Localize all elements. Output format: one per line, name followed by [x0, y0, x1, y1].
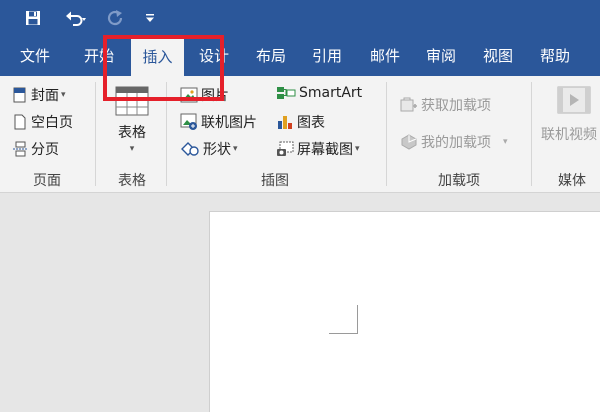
customize-icon[interactable] — [142, 6, 158, 30]
undo-icon[interactable] — [58, 6, 94, 30]
screenshot-icon — [276, 141, 294, 157]
redo-icon[interactable] — [104, 6, 128, 30]
shapes-label: 形状 — [203, 142, 231, 158]
chart-button[interactable]: 图表 — [276, 112, 325, 132]
group-label-addins: 加载项 — [438, 173, 480, 189]
shapes-button[interactable]: 形状 ▾ — [180, 139, 238, 159]
margin-corner-mark — [357, 305, 358, 334]
get-addins-button[interactable]: 获取加载项 — [400, 95, 491, 115]
smartart-label: SmartArt — [299, 85, 363, 101]
online-video-label: 联机视频 — [541, 127, 597, 143]
ribbon-insert: 封面 ▾ 空白页 分页 页面 表格 ▾ 表格 图片 联机图片 形状 ▾ Smar… — [0, 76, 600, 193]
highlight-box — [103, 35, 224, 101]
cover-page-label: 封面 — [31, 88, 59, 104]
document-page[interactable] — [209, 211, 600, 412]
tab-mailings[interactable]: 邮件 — [362, 36, 408, 76]
blank-page-button[interactable]: 空白页 — [12, 112, 73, 132]
my-addins-button[interactable]: 我的加载项 ▾ — [400, 132, 508, 152]
page-break-button[interactable]: 分页 — [12, 139, 59, 159]
chart-icon — [276, 114, 294, 130]
smartart-icon — [276, 85, 296, 101]
store-icon — [400, 97, 418, 113]
ribbon-tabs: 文件 开始 插入 设计 布局 引用 邮件 审阅 视图 帮助 — [0, 36, 600, 76]
chevron-down-icon: ▾ — [129, 144, 135, 154]
online-picture-button[interactable]: 联机图片 — [180, 112, 257, 132]
video-icon — [557, 86, 591, 114]
group-separator — [95, 82, 96, 186]
screenshot-button[interactable]: 屏幕截图 ▾ — [276, 139, 360, 159]
group-label-illustrations: 插图 — [261, 173, 289, 189]
tab-references[interactable]: 引用 — [304, 36, 350, 76]
tab-help[interactable]: 帮助 — [532, 36, 578, 76]
tab-layout[interactable]: 布局 — [248, 36, 294, 76]
chevron-down-icon: ▾ — [503, 137, 508, 147]
page-break-icon — [12, 141, 28, 157]
tab-review[interactable]: 审阅 — [418, 36, 464, 76]
my-addins-label: 我的加载项 — [421, 135, 491, 151]
chart-label: 图表 — [297, 115, 325, 131]
chevron-down-icon: ▾ — [355, 144, 360, 154]
online-picture-label: 联机图片 — [201, 115, 257, 131]
addin-icon — [400, 134, 418, 150]
smartart-button[interactable]: SmartArt — [276, 85, 362, 101]
group-separator — [386, 82, 387, 186]
chevron-down-icon: ▾ — [61, 90, 66, 100]
table-label: 表格 — [118, 125, 146, 141]
chevron-down-icon: ▾ — [233, 144, 238, 154]
cover-page-button[interactable]: 封面 ▾ — [12, 85, 66, 105]
online-video-button[interactable]: 联机视频 — [541, 86, 597, 144]
shapes-icon — [180, 141, 200, 157]
group-label-media: 媒体 — [558, 173, 586, 189]
document-area — [0, 193, 600, 412]
group-label-tables: 表格 — [118, 173, 146, 189]
group-label-pages: 页面 — [33, 173, 61, 189]
tab-view[interactable]: 视图 — [475, 36, 521, 76]
cover-page-icon — [12, 87, 28, 103]
get-addins-label: 获取加载项 — [421, 98, 491, 114]
blank-page-icon — [12, 114, 28, 130]
title-bar — [0, 0, 600, 36]
screenshot-label: 屏幕截图 — [297, 142, 353, 158]
save-icon[interactable] — [22, 6, 44, 30]
tab-file[interactable]: 文件 — [12, 36, 58, 76]
blank-page-label: 空白页 — [31, 115, 73, 131]
margin-corner-mark — [329, 333, 357, 334]
page-break-label: 分页 — [31, 142, 59, 158]
online-picture-icon — [180, 113, 198, 131]
group-separator — [531, 82, 532, 186]
